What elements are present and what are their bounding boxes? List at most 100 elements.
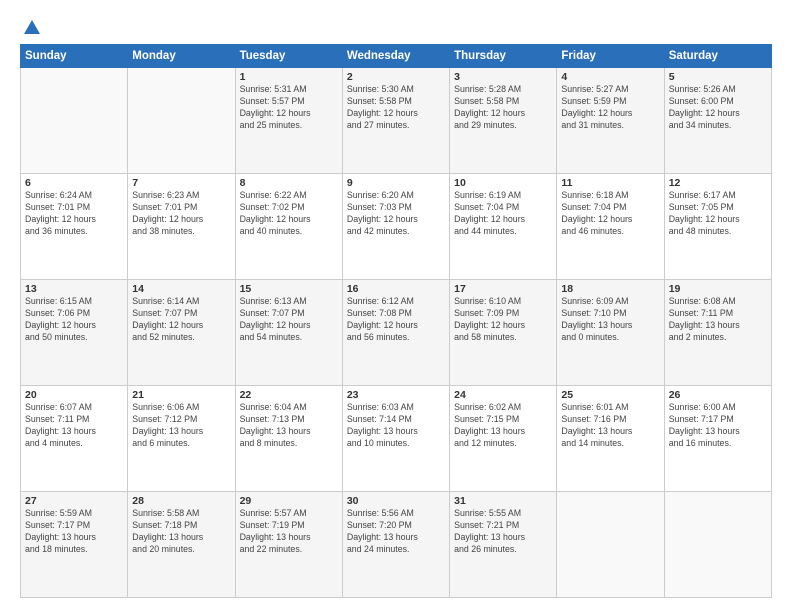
- week-row-5: 27Sunrise: 5:59 AM Sunset: 7:17 PM Dayli…: [21, 492, 772, 598]
- calendar-cell: 21Sunrise: 6:06 AM Sunset: 7:12 PM Dayli…: [128, 386, 235, 492]
- cell-content: Sunrise: 6:02 AM Sunset: 7:15 PM Dayligh…: [454, 402, 552, 450]
- calendar-table: SundayMondayTuesdayWednesdayThursdayFrid…: [20, 44, 772, 598]
- day-number: 11: [561, 177, 659, 189]
- week-row-3: 13Sunrise: 6:15 AM Sunset: 7:06 PM Dayli…: [21, 280, 772, 386]
- cell-content: Sunrise: 5:30 AM Sunset: 5:58 PM Dayligh…: [347, 84, 445, 132]
- day-number: 28: [132, 495, 230, 507]
- calendar-cell: 17Sunrise: 6:10 AM Sunset: 7:09 PM Dayli…: [450, 280, 557, 386]
- calendar-cell: 28Sunrise: 5:58 AM Sunset: 7:18 PM Dayli…: [128, 492, 235, 598]
- cell-content: Sunrise: 6:20 AM Sunset: 7:03 PM Dayligh…: [347, 190, 445, 238]
- cell-content: Sunrise: 6:03 AM Sunset: 7:14 PM Dayligh…: [347, 402, 445, 450]
- cell-content: Sunrise: 6:10 AM Sunset: 7:09 PM Dayligh…: [454, 296, 552, 344]
- day-header-saturday: Saturday: [664, 45, 771, 68]
- cell-content: Sunrise: 6:12 AM Sunset: 7:08 PM Dayligh…: [347, 296, 445, 344]
- calendar-cell: 26Sunrise: 6:00 AM Sunset: 7:17 PM Dayli…: [664, 386, 771, 492]
- calendar-cell: 15Sunrise: 6:13 AM Sunset: 7:07 PM Dayli…: [235, 280, 342, 386]
- cell-content: Sunrise: 6:14 AM Sunset: 7:07 PM Dayligh…: [132, 296, 230, 344]
- cell-content: Sunrise: 6:09 AM Sunset: 7:10 PM Dayligh…: [561, 296, 659, 344]
- calendar-cell: 27Sunrise: 5:59 AM Sunset: 7:17 PM Dayli…: [21, 492, 128, 598]
- logo-icon: [23, 18, 41, 36]
- calendar-cell: 23Sunrise: 6:03 AM Sunset: 7:14 PM Dayli…: [342, 386, 449, 492]
- day-number: 5: [669, 71, 767, 83]
- day-number: 18: [561, 283, 659, 295]
- calendar-cell: 29Sunrise: 5:57 AM Sunset: 7:19 PM Dayli…: [235, 492, 342, 598]
- cell-content: Sunrise: 6:08 AM Sunset: 7:11 PM Dayligh…: [669, 296, 767, 344]
- day-number: 19: [669, 283, 767, 295]
- calendar-cell: 7Sunrise: 6:23 AM Sunset: 7:01 PM Daylig…: [128, 174, 235, 280]
- day-number: 3: [454, 71, 552, 83]
- day-number: 31: [454, 495, 552, 507]
- calendar-cell: 16Sunrise: 6:12 AM Sunset: 7:08 PM Dayli…: [342, 280, 449, 386]
- cell-content: Sunrise: 5:56 AM Sunset: 7:20 PM Dayligh…: [347, 508, 445, 556]
- day-header-thursday: Thursday: [450, 45, 557, 68]
- cell-content: Sunrise: 6:19 AM Sunset: 7:04 PM Dayligh…: [454, 190, 552, 238]
- cell-content: Sunrise: 6:01 AM Sunset: 7:16 PM Dayligh…: [561, 402, 659, 450]
- calendar-cell: [128, 68, 235, 174]
- day-number: 30: [347, 495, 445, 507]
- day-number: 17: [454, 283, 552, 295]
- cell-content: Sunrise: 5:58 AM Sunset: 7:18 PM Dayligh…: [132, 508, 230, 556]
- day-number: 25: [561, 389, 659, 401]
- week-row-1: 1Sunrise: 5:31 AM Sunset: 5:57 PM Daylig…: [21, 68, 772, 174]
- day-number: 6: [25, 177, 123, 189]
- calendar-cell: 25Sunrise: 6:01 AM Sunset: 7:16 PM Dayli…: [557, 386, 664, 492]
- calendar-cell: 22Sunrise: 6:04 AM Sunset: 7:13 PM Dayli…: [235, 386, 342, 492]
- calendar-cell: 6Sunrise: 6:24 AM Sunset: 7:01 PM Daylig…: [21, 174, 128, 280]
- calendar-cell: 4Sunrise: 5:27 AM Sunset: 5:59 PM Daylig…: [557, 68, 664, 174]
- calendar-cell: 18Sunrise: 6:09 AM Sunset: 7:10 PM Dayli…: [557, 280, 664, 386]
- week-row-4: 20Sunrise: 6:07 AM Sunset: 7:11 PM Dayli…: [21, 386, 772, 492]
- calendar-cell: 5Sunrise: 5:26 AM Sunset: 6:00 PM Daylig…: [664, 68, 771, 174]
- day-number: 2: [347, 71, 445, 83]
- cell-content: Sunrise: 6:23 AM Sunset: 7:01 PM Dayligh…: [132, 190, 230, 238]
- calendar-cell: [557, 492, 664, 598]
- calendar-cell: 19Sunrise: 6:08 AM Sunset: 7:11 PM Dayli…: [664, 280, 771, 386]
- day-number: 10: [454, 177, 552, 189]
- cell-content: Sunrise: 6:13 AM Sunset: 7:07 PM Dayligh…: [240, 296, 338, 344]
- calendar-cell: 10Sunrise: 6:19 AM Sunset: 7:04 PM Dayli…: [450, 174, 557, 280]
- calendar-cell: 3Sunrise: 5:28 AM Sunset: 5:58 PM Daylig…: [450, 68, 557, 174]
- day-header-monday: Monday: [128, 45, 235, 68]
- calendar-page: SundayMondayTuesdayWednesdayThursdayFrid…: [0, 0, 792, 612]
- day-number: 21: [132, 389, 230, 401]
- day-header-tuesday: Tuesday: [235, 45, 342, 68]
- day-number: 24: [454, 389, 552, 401]
- calendar-cell: 30Sunrise: 5:56 AM Sunset: 7:20 PM Dayli…: [342, 492, 449, 598]
- calendar-cell: 11Sunrise: 6:18 AM Sunset: 7:04 PM Dayli…: [557, 174, 664, 280]
- calendar-cell: 14Sunrise: 6:14 AM Sunset: 7:07 PM Dayli…: [128, 280, 235, 386]
- day-number: 9: [347, 177, 445, 189]
- calendar-cell: [664, 492, 771, 598]
- calendar-cell: 13Sunrise: 6:15 AM Sunset: 7:06 PM Dayli…: [21, 280, 128, 386]
- day-number: 15: [240, 283, 338, 295]
- day-number: 7: [132, 177, 230, 189]
- logo: [20, 18, 44, 36]
- cell-content: Sunrise: 6:00 AM Sunset: 7:17 PM Dayligh…: [669, 402, 767, 450]
- day-number: 22: [240, 389, 338, 401]
- cell-content: Sunrise: 6:24 AM Sunset: 7:01 PM Dayligh…: [25, 190, 123, 238]
- calendar-cell: 24Sunrise: 6:02 AM Sunset: 7:15 PM Dayli…: [450, 386, 557, 492]
- day-number: 27: [25, 495, 123, 507]
- cell-content: Sunrise: 5:57 AM Sunset: 7:19 PM Dayligh…: [240, 508, 338, 556]
- day-number: 4: [561, 71, 659, 83]
- calendar-cell: 9Sunrise: 6:20 AM Sunset: 7:03 PM Daylig…: [342, 174, 449, 280]
- day-number: 13: [25, 283, 123, 295]
- cell-content: Sunrise: 5:59 AM Sunset: 7:17 PM Dayligh…: [25, 508, 123, 556]
- cell-content: Sunrise: 6:18 AM Sunset: 7:04 PM Dayligh…: [561, 190, 659, 238]
- cell-content: Sunrise: 6:17 AM Sunset: 7:05 PM Dayligh…: [669, 190, 767, 238]
- cell-content: Sunrise: 6:07 AM Sunset: 7:11 PM Dayligh…: [25, 402, 123, 450]
- cell-content: Sunrise: 6:04 AM Sunset: 7:13 PM Dayligh…: [240, 402, 338, 450]
- calendar-header-row: SundayMondayTuesdayWednesdayThursdayFrid…: [21, 45, 772, 68]
- calendar-cell: 20Sunrise: 6:07 AM Sunset: 7:11 PM Dayli…: [21, 386, 128, 492]
- cell-content: Sunrise: 5:55 AM Sunset: 7:21 PM Dayligh…: [454, 508, 552, 556]
- cell-content: Sunrise: 6:22 AM Sunset: 7:02 PM Dayligh…: [240, 190, 338, 238]
- day-number: 14: [132, 283, 230, 295]
- calendar-cell: 1Sunrise: 5:31 AM Sunset: 5:57 PM Daylig…: [235, 68, 342, 174]
- day-number: 12: [669, 177, 767, 189]
- calendar-cell: 2Sunrise: 5:30 AM Sunset: 5:58 PM Daylig…: [342, 68, 449, 174]
- day-header-sunday: Sunday: [21, 45, 128, 68]
- day-number: 20: [25, 389, 123, 401]
- calendar-cell: 8Sunrise: 6:22 AM Sunset: 7:02 PM Daylig…: [235, 174, 342, 280]
- day-header-wednesday: Wednesday: [342, 45, 449, 68]
- calendar-cell: 12Sunrise: 6:17 AM Sunset: 7:05 PM Dayli…: [664, 174, 771, 280]
- day-number: 8: [240, 177, 338, 189]
- week-row-2: 6Sunrise: 6:24 AM Sunset: 7:01 PM Daylig…: [21, 174, 772, 280]
